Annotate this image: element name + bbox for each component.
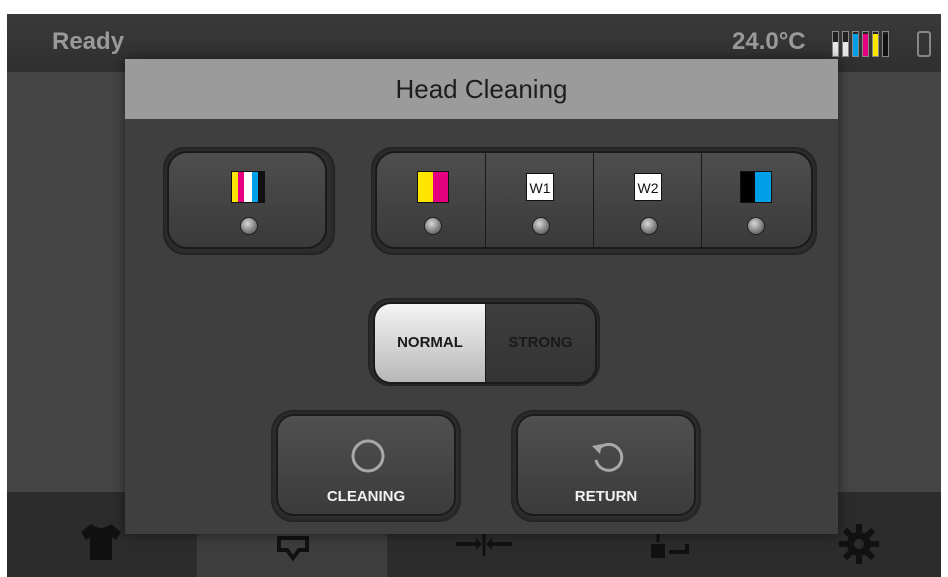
waste-tank-icon: [917, 31, 931, 57]
selection-led: [532, 217, 550, 235]
return-icon: [592, 442, 624, 472]
head-cleaning-dialog: Head Cleaning W1 W2 NORMAL STRONG CLEANI…: [125, 59, 838, 534]
all-heads-button[interactable]: [167, 151, 327, 249]
yellow-magenta-icon: [417, 171, 449, 203]
return-button[interactable]: RETURN: [516, 414, 696, 516]
w2-label: W2: [634, 173, 662, 201]
cmyk-white-icon: [231, 171, 265, 203]
head-button-w1[interactable]: W1: [485, 151, 595, 249]
circle-icon: [351, 439, 385, 473]
gear-icon[interactable]: [837, 522, 881, 573]
selection-led: [640, 217, 658, 235]
w1-label: W1: [526, 173, 554, 201]
mode-strong-button[interactable]: STRONG: [485, 304, 595, 382]
selection-led: [240, 217, 258, 235]
ink-level-fill: [843, 41, 848, 56]
background-panel-right: [838, 72, 941, 492]
ink-level-bar: [862, 31, 869, 57]
ink-level-indicator: [832, 31, 908, 57]
dialog-title: Head Cleaning: [125, 59, 838, 119]
selection-led: [747, 217, 765, 235]
ink-level-bar: [842, 31, 849, 57]
cleaning-mode-toggle: NORMAL STRONG: [373, 302, 597, 384]
return-label: RETURN: [574, 488, 638, 505]
ink-level-bar: [832, 31, 839, 57]
head-button-black-cyan[interactable]: [701, 151, 813, 249]
status-text: Ready: [52, 28, 125, 55]
black-cyan-icon: [740, 171, 772, 203]
printer-screen: Ready 24.0°C Head Cleaning W1 W2 NORMAL …: [7, 14, 941, 577]
head-button-w2[interactable]: W2: [593, 151, 703, 249]
ink-level-bar: [882, 31, 889, 57]
background-panel-left: [7, 72, 125, 492]
ink-level-bar: [852, 31, 859, 57]
cleaning-button[interactable]: CLEANING: [276, 414, 456, 516]
mode-normal-button[interactable]: NORMAL: [375, 304, 485, 382]
ink-level-fill: [853, 34, 858, 56]
ink-level-fill: [883, 34, 888, 56]
selection-led: [424, 217, 442, 235]
tshirt-icon[interactable]: [77, 522, 125, 569]
ink-level-fill: [873, 34, 878, 56]
ink-level-fill: [863, 34, 868, 56]
ink-level-bar: [872, 31, 879, 57]
head-button-yellow-magenta[interactable]: [375, 151, 487, 249]
temperature-readout: 24.0°C: [732, 28, 806, 55]
cleaning-label: CLEANING: [326, 488, 406, 505]
ink-level-fill: [833, 41, 838, 56]
